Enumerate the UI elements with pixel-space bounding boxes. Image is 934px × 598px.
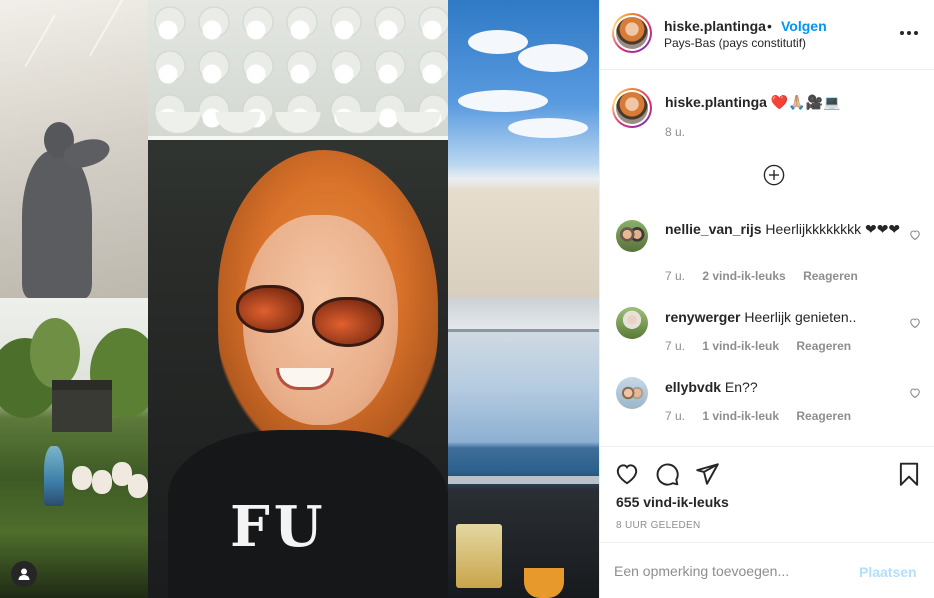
heart-icon[interactable] [614,461,640,487]
author-username[interactable]: hiske.plantinga [664,18,766,34]
post-media[interactable]: FU [0,0,599,598]
commenter-avatar[interactable] [616,307,648,339]
share-icon[interactable] [694,461,720,487]
user-tag-icon[interactable] [11,561,37,587]
comment-time: 7 u. [665,269,686,283]
shirt-print-text: FU [230,494,327,560]
add-comment-bar: Plaatsen [600,542,934,598]
caption-avatar[interactable] [612,88,652,128]
author-avatar[interactable] [612,13,652,53]
commenter-avatar[interactable] [616,220,648,252]
comment-body: Heerlijk genieten.. [744,309,857,325]
comment-time: 7 u. [665,409,686,423]
comment-input[interactable] [614,557,854,585]
comment-body: En?? [724,379,758,395]
commenter-username[interactable]: ellybvdk [665,379,721,395]
comment-like-icon[interactable] [909,317,921,329]
post-timestamp: 8 UUR GELEDEN [616,520,701,531]
comment-meta: 7 u. 2 vind-ik-leuks Reageren [665,269,858,283]
comment-meta: 7 u. 1 vind-ik-leuk Reageren [665,339,851,353]
comment-likes[interactable]: 1 vind-ik-leuk [702,339,779,353]
reply-button[interactable]: Reageren [796,409,851,423]
photo-selfie: FU [148,0,448,598]
comment-likes[interactable]: 2 vind-ik-leuks [702,269,785,283]
comment-body: Heerlijkkkkkkkk ❤❤❤ [765,221,901,237]
caption: hiske.plantinga ❤️🙏🏼🎥💻 [665,94,841,111]
photo-garden-sheep [0,298,148,598]
comment-time: 7 u. [665,339,686,353]
reply-button[interactable]: Reageren [803,269,858,283]
reply-button[interactable]: Reageren [796,339,851,353]
more-options-icon[interactable] [900,24,918,42]
post-comment-button[interactable]: Plaatsen [859,564,917,580]
bookmark-icon[interactable] [896,461,922,487]
like-count[interactable]: 655 vind-ik-leuks [616,494,729,510]
comment-text: nellie_van_rijs Heerlijkkkkkkkk ❤❤❤ [665,220,905,238]
caption-username[interactable]: hiske.plantinga [665,94,767,110]
post-actions: 655 vind-ik-leuks 8 UUR GELEDEN [600,446,934,546]
follow-button[interactable]: Volgen [781,18,827,34]
comment-text: renywerger Heerlijk genieten.. [665,308,905,326]
post-sidebar: hiske.plantinga • Volgen Pays-Bas (pays … [599,0,934,598]
comment-text: ellybvdk En?? [665,378,905,396]
commenter-username[interactable]: nellie_van_rijs [665,221,762,237]
photo-beach-shadow [0,0,148,298]
post-header: hiske.plantinga • Volgen Pays-Bas (pays … [600,0,934,70]
plus-circle-icon[interactable] [763,164,785,186]
comment-like-icon[interactable] [909,229,921,241]
commenter-avatar[interactable] [616,377,648,409]
caption-text: ❤️🙏🏼🎥💻 [770,94,841,110]
comment-likes[interactable]: 1 vind-ik-leuk [702,409,779,423]
photo-beach-sky [448,0,599,298]
post-location[interactable]: Pays-Bas (pays constitutif) [664,36,806,50]
comment-like-icon[interactable] [909,387,921,399]
separator-dot: • [767,18,772,34]
caption-timestamp: 8 u. [665,125,686,139]
comment-icon[interactable] [654,461,680,487]
commenter-username[interactable]: renywerger [665,309,740,325]
photo-ferry-window [448,298,599,598]
comment-meta: 7 u. 1 vind-ik-leuk Reageren [665,409,851,423]
